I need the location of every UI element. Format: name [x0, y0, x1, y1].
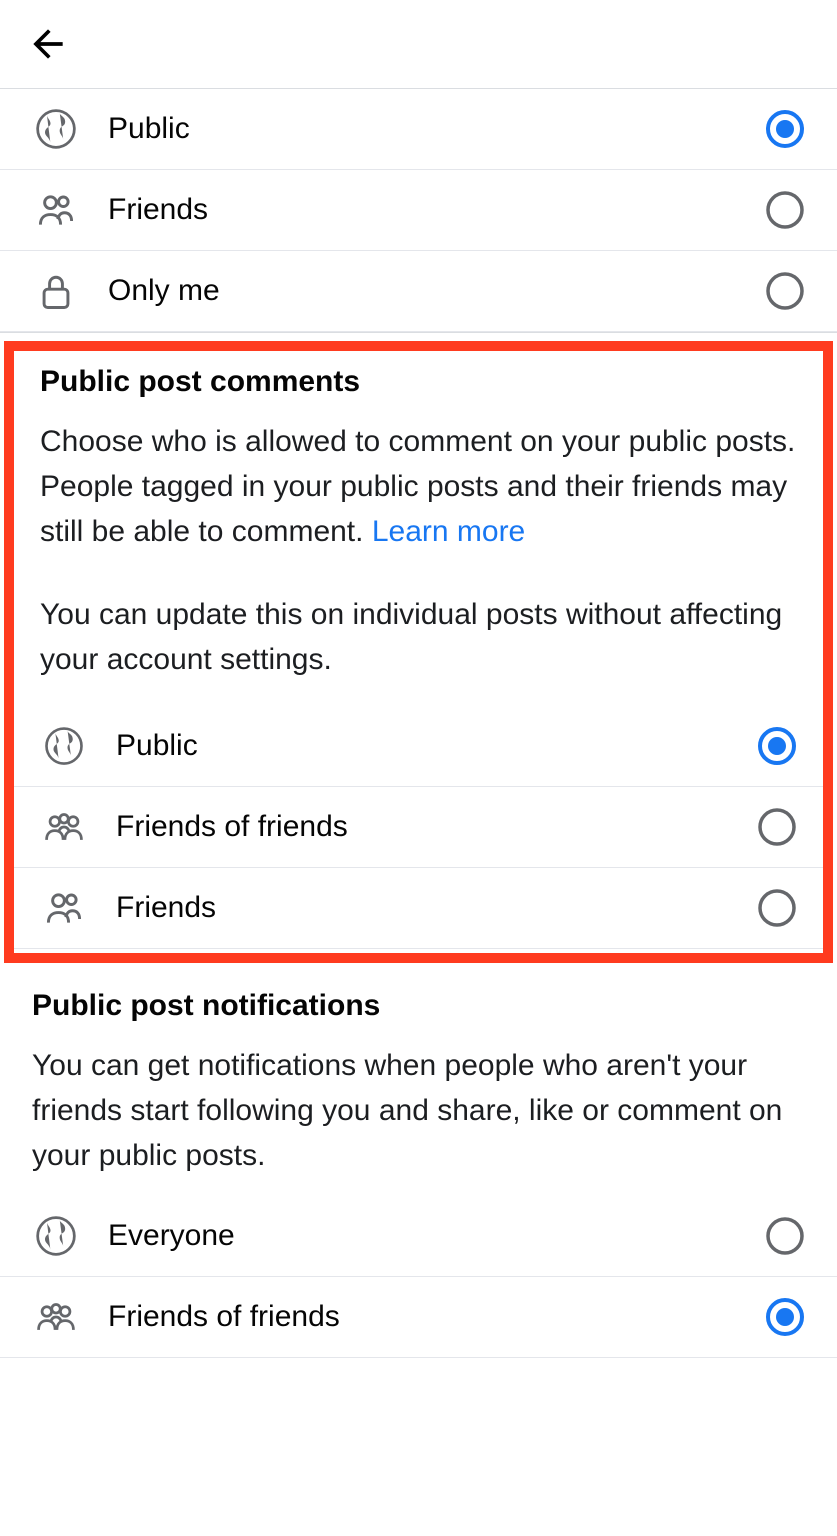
- option-public[interactable]: Public: [0, 89, 837, 170]
- radio-selected[interactable]: [757, 726, 797, 766]
- friends-icon: [40, 884, 88, 932]
- option-friends[interactable]: Friends: [14, 868, 823, 949]
- section-description-2: You can update this on individual posts …: [14, 572, 823, 706]
- option-friends-of-friends[interactable]: Friends of friends: [14, 787, 823, 868]
- arrow-left-icon: [26, 22, 70, 66]
- globe-icon: [32, 1212, 80, 1260]
- option-label: Only me: [80, 274, 765, 308]
- section-1-options: Public Friends Only me: [0, 89, 837, 333]
- option-everyone[interactable]: Everyone: [0, 1196, 837, 1277]
- option-label: Public: [80, 112, 765, 146]
- public-post-notifications-section: Public post notifications You can get no…: [0, 971, 837, 1366]
- radio-unselected[interactable]: [757, 807, 797, 847]
- globe-icon: [32, 105, 80, 153]
- option-label: Friends: [80, 193, 765, 227]
- option-public[interactable]: Public: [14, 706, 823, 787]
- option-label: Public: [88, 729, 757, 763]
- lock-icon: [32, 267, 80, 315]
- option-friends-of-friends[interactable]: Friends of friends: [0, 1277, 837, 1358]
- section-description: You can get notifications when people wh…: [0, 1035, 837, 1196]
- radio-selected[interactable]: [765, 109, 805, 149]
- radio-unselected[interactable]: [765, 190, 805, 230]
- header: [0, 0, 837, 89]
- radio-unselected[interactable]: [765, 1216, 805, 1256]
- section-title: Public post notifications: [0, 979, 837, 1035]
- friends-of-friends-icon: [40, 803, 88, 851]
- option-only-me[interactable]: Only me: [0, 251, 837, 332]
- section-description: Choose who is allowed to comment on your…: [14, 411, 823, 572]
- section-title: Public post comments: [14, 359, 823, 411]
- option-label: Friends: [88, 891, 757, 925]
- radio-unselected[interactable]: [757, 888, 797, 928]
- learn-more-link[interactable]: Learn more: [372, 515, 525, 548]
- option-label: Friends of friends: [88, 810, 757, 844]
- option-label: Friends of friends: [80, 1300, 765, 1334]
- radio-selected[interactable]: [765, 1297, 805, 1337]
- option-label: Everyone: [80, 1219, 765, 1253]
- back-button[interactable]: [22, 18, 74, 70]
- radio-unselected[interactable]: [765, 271, 805, 311]
- option-friends[interactable]: Friends: [0, 170, 837, 251]
- friends-icon: [32, 186, 80, 234]
- public-post-comments-section: Public post comments Choose who is allow…: [4, 341, 833, 963]
- friends-of-friends-icon: [32, 1293, 80, 1341]
- globe-icon: [40, 722, 88, 770]
